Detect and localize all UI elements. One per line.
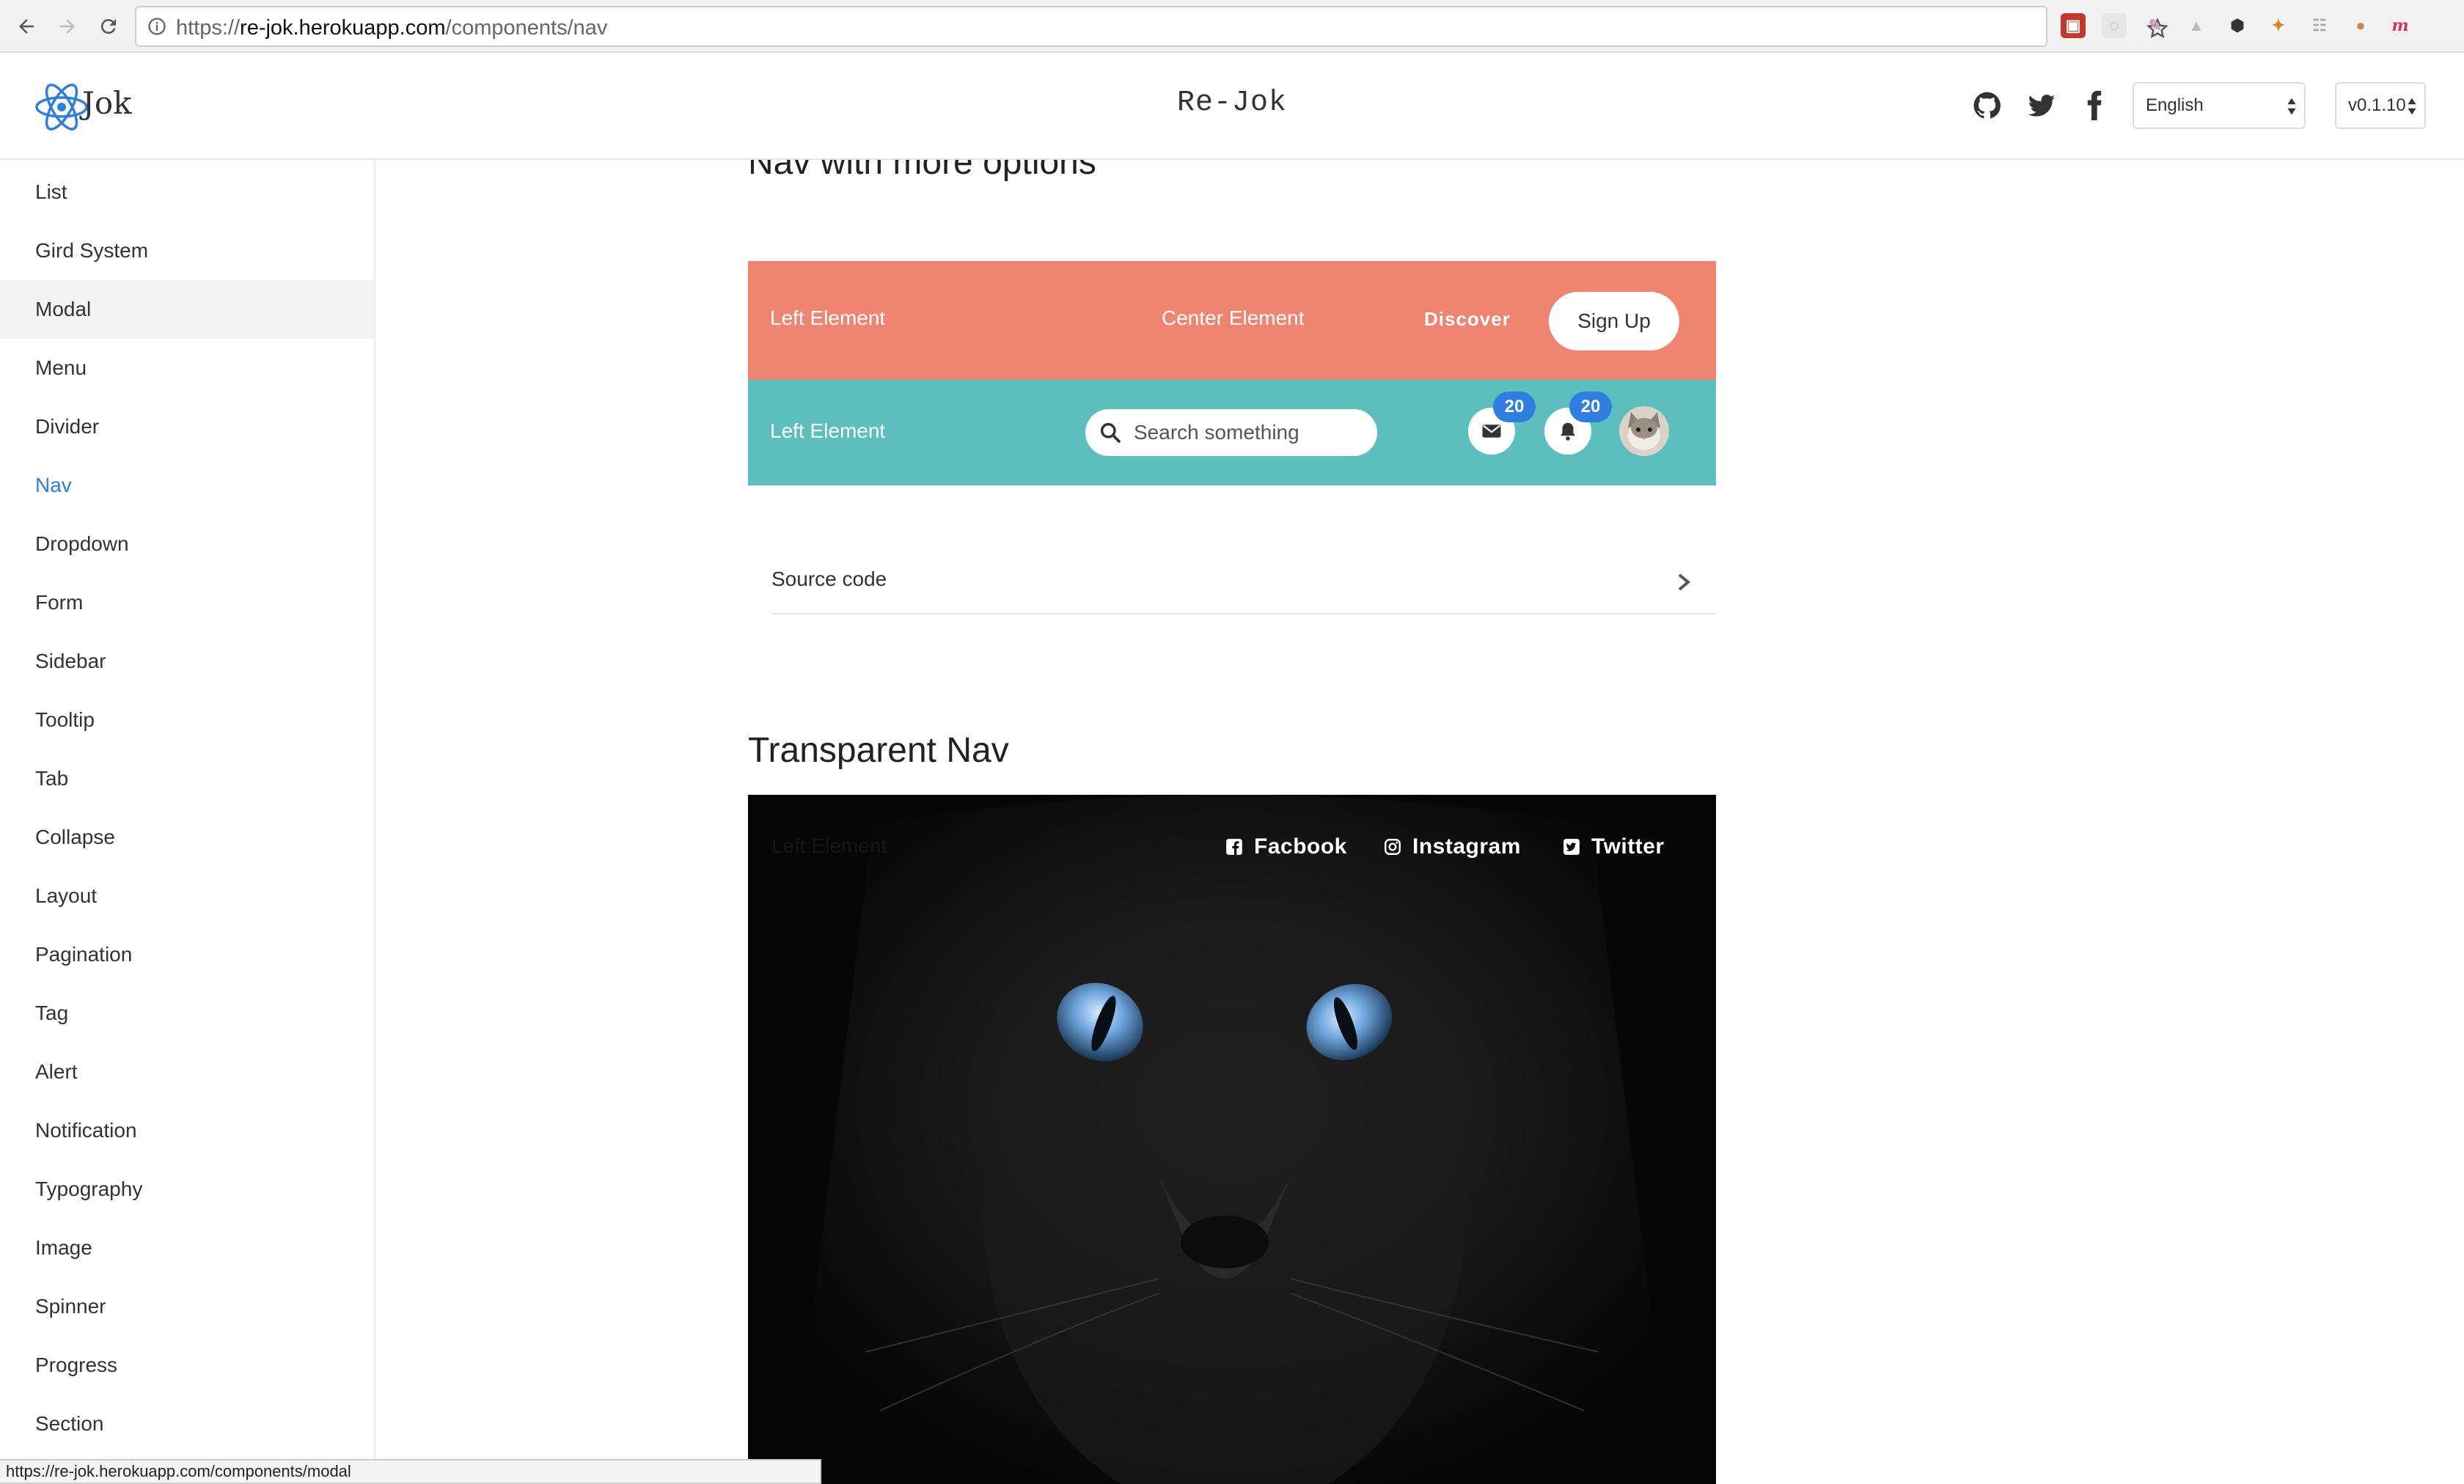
sidebar-item-form[interactable]: Form bbox=[0, 573, 374, 632]
sidebar-item-tag[interactable]: Tag bbox=[0, 984, 374, 1043]
nav-top-center-element[interactable]: Center Element bbox=[1162, 306, 1305, 330]
facebook-square-icon bbox=[1226, 839, 1242, 855]
avatar[interactable] bbox=[1619, 406, 1669, 456]
discover-link[interactable]: Discover bbox=[1424, 308, 1511, 331]
reload-button[interactable] bbox=[91, 9, 126, 44]
extension-icon-8[interactable]: ● bbox=[2348, 13, 2373, 38]
arrow-right-icon bbox=[60, 19, 75, 34]
facebook-icon[interactable] bbox=[2078, 89, 2111, 122]
forward-button[interactable] bbox=[50, 9, 85, 44]
select-arrows-icon bbox=[2408, 98, 2416, 115]
cat-background-image bbox=[748, 795, 1716, 1484]
sidebar-item-divider[interactable]: Divider bbox=[0, 397, 374, 456]
sidebar-item-modal[interactable]: Modal bbox=[0, 280, 374, 339]
sidebar-item-typography[interactable]: Typography bbox=[0, 1160, 374, 1219]
sidebar-item-section[interactable]: Section bbox=[0, 1395, 374, 1453]
extension-icon-6[interactable]: ✦ bbox=[2266, 13, 2291, 38]
info-icon[interactable] bbox=[147, 16, 167, 37]
chevron-right-icon bbox=[1678, 573, 1691, 591]
sign-up-button[interactable]: Sign Up bbox=[1549, 292, 1679, 350]
nav-bottom-left-element[interactable]: Left Element bbox=[770, 419, 885, 443]
extension-icon-7[interactable]: ☷ bbox=[2307, 13, 2332, 38]
arrow-left-icon bbox=[19, 19, 34, 34]
sidebar-item-notification[interactable]: Notification bbox=[0, 1101, 374, 1160]
extension-icon-1[interactable]: ▣ bbox=[2061, 13, 2086, 38]
sidebar-item-layout[interactable]: Layout bbox=[0, 867, 374, 925]
transparent-nav-demo: Left Element Facbook Instagram Twitter bbox=[748, 795, 1716, 1484]
mail-count-badge: 20 bbox=[1493, 392, 1536, 422]
avatar-image bbox=[1619, 406, 1669, 456]
sidebar-item-progress[interactable]: Progress bbox=[0, 1336, 374, 1395]
source-code-collapse[interactable]: Source code bbox=[771, 553, 1716, 614]
github-icon[interactable] bbox=[1971, 89, 2003, 122]
extension-icon-5[interactable]: ⬢ bbox=[2225, 13, 2250, 38]
language-select[interactable]: English bbox=[2133, 82, 2306, 129]
envelope-icon bbox=[1482, 425, 1501, 438]
twitter-icon[interactable] bbox=[2025, 89, 2058, 122]
twitter-label: Twitter bbox=[1591, 834, 1665, 859]
sidebar-item-spinner[interactable]: Spinner bbox=[0, 1277, 374, 1336]
reload-icon bbox=[100, 19, 116, 34]
sidebar: List Gird System Modal Menu Divider Nav … bbox=[0, 160, 375, 1484]
sidebar-item-list[interactable]: List bbox=[0, 163, 374, 221]
address-bar[interactable]: https://re-jok.herokuapp.com/components/… bbox=[135, 6, 2168, 47]
extension-icon-2[interactable]: ◌ bbox=[2102, 13, 2127, 38]
sidebar-item-alert[interactable]: Alert bbox=[0, 1043, 374, 1101]
instagram-icon bbox=[1385, 839, 1401, 855]
search-icon bbox=[1100, 422, 1121, 443]
select-arrows-icon bbox=[2287, 98, 2296, 115]
sidebar-item-grid-system[interactable]: Gird System bbox=[0, 221, 374, 280]
app-header: Jok Re-Jok English v0.1.10 bbox=[0, 53, 2464, 160]
version-value: v0.1.10 bbox=[2348, 95, 2406, 115]
facebook-label: Facbook bbox=[1254, 834, 1347, 859]
sidebar-item-pagination[interactable]: Pagination bbox=[0, 925, 374, 984]
sidebar-item-tooltip[interactable]: Tooltip bbox=[0, 691, 374, 749]
browser-toolbar: https://re-jok.herokuapp.com/components/… bbox=[0, 0, 2464, 53]
version-select[interactable]: v0.1.10 bbox=[2335, 82, 2426, 129]
instagram-link[interactable]: Instagram bbox=[1383, 834, 1521, 859]
section-title-transparent-nav: Transparent Nav bbox=[748, 731, 1009, 770]
sidebar-item-image[interactable]: Image bbox=[0, 1219, 374, 1277]
bell-icon bbox=[1561, 422, 1575, 441]
back-button[interactable] bbox=[9, 9, 44, 44]
extension-icon-3[interactable]: ✎ bbox=[2143, 13, 2168, 38]
notification-count-badge: 20 bbox=[1569, 392, 1612, 422]
source-code-label: Source code bbox=[771, 567, 887, 590]
instagram-label: Instagram bbox=[1412, 834, 1521, 859]
link-status-bar: https://re-jok.herokuapp.com/components/… bbox=[0, 1459, 821, 1484]
search-placeholder: Search something bbox=[1134, 421, 1299, 444]
sidebar-item-menu[interactable]: Menu bbox=[0, 339, 374, 397]
transparent-nav-left-element[interactable]: Left Element bbox=[771, 834, 887, 858]
sidebar-item-tab[interactable]: Tab bbox=[0, 749, 374, 808]
facebook-link[interactable]: Facbook bbox=[1225, 834, 1347, 859]
nav-top-left-element[interactable]: Left Element bbox=[770, 306, 885, 330]
extension-icon-9[interactable]: m bbox=[2388, 13, 2413, 38]
sidebar-item-nav[interactable]: Nav bbox=[0, 456, 374, 515]
sidebar-item-sidebar[interactable]: Sidebar bbox=[0, 632, 374, 691]
twitter-link[interactable]: Twitter bbox=[1562, 834, 1665, 859]
language-value: English bbox=[2146, 95, 2204, 115]
search-input[interactable]: Search something bbox=[1085, 409, 1377, 456]
url-text: https://re-jok.herokuapp.com/components/… bbox=[176, 16, 608, 40]
extension-icon-4[interactable]: ▲ bbox=[2184, 13, 2209, 38]
twitter-square-icon bbox=[1563, 839, 1580, 855]
sidebar-item-collapse[interactable]: Collapse bbox=[0, 808, 374, 867]
sidebar-item-dropdown[interactable]: Dropdown bbox=[0, 515, 374, 573]
